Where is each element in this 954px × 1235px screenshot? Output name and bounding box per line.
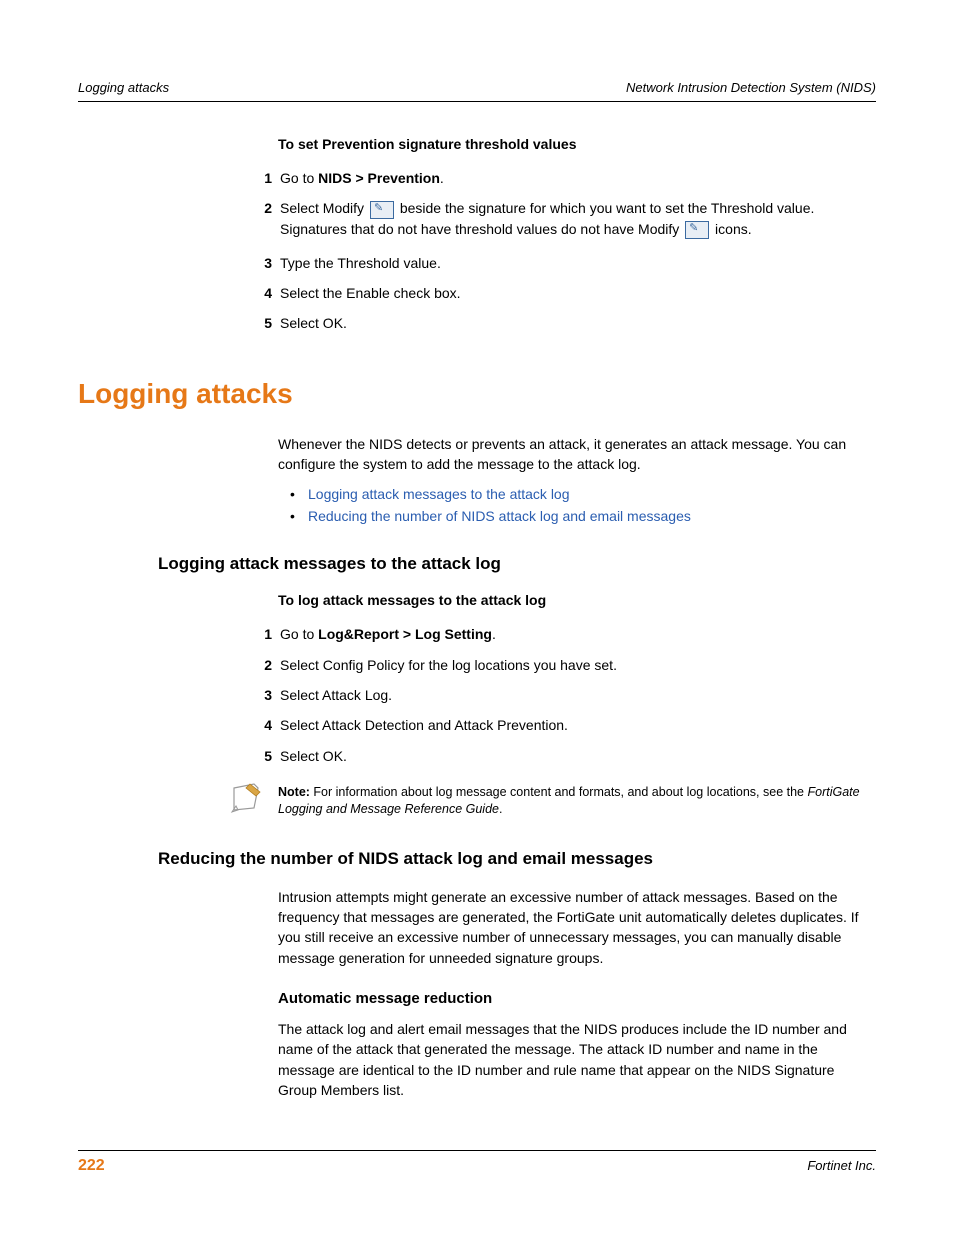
step-number: 4 (236, 283, 272, 303)
paragraph: The attack log and alert email messages … (278, 1019, 876, 1100)
note-label: Note: (278, 785, 310, 799)
page-footer: 222 Fortinet Inc. (78, 1150, 876, 1175)
page: Logging attacks Network Intrusion Detect… (0, 0, 954, 1235)
t: Select Modify (280, 200, 368, 216)
step-number: 2 (236, 198, 272, 239)
step-text: Select Modify beside the signature for w… (280, 198, 876, 239)
t: For information about log message conten… (310, 785, 808, 799)
section-heading-logging-attacks: Logging attacks (78, 378, 876, 410)
step-text: Select Attack Log. (280, 685, 876, 705)
proc1-title: To set Prevention signature threshold va… (278, 136, 876, 152)
modify-icon (685, 221, 709, 239)
step-number: 5 (236, 313, 272, 333)
paragraph: Intrusion attempts might generate an exc… (278, 887, 876, 968)
footer-company: Fortinet Inc. (807, 1158, 876, 1173)
note-icon (228, 782, 268, 817)
step-number: 3 (236, 685, 272, 705)
procedure-1: To set Prevention signature threshold va… (278, 136, 876, 334)
bullet-icon: • (290, 508, 308, 524)
step-text: Go to Log&Report > Log Setting. (280, 624, 876, 644)
step-text: Select OK. (280, 313, 876, 333)
step-text: Go to NIDS > Prevention. (280, 168, 876, 188)
step-number: 1 (236, 624, 272, 644)
subsection-reducing-nids-messages: Reducing the number of NIDS attack log a… (158, 849, 876, 869)
bullet-item: • Reducing the number of NIDS attack log… (290, 508, 876, 524)
step-number: 1 (236, 168, 272, 188)
step-text: Type the Threshold value. (280, 253, 876, 273)
link-logging-attack-messages[interactable]: Logging attack messages to the attack lo… (308, 486, 570, 502)
step-number: 3 (236, 253, 272, 273)
modify-icon (370, 201, 394, 219)
step-number: 4 (236, 715, 272, 735)
header-right: Network Intrusion Detection System (NIDS… (626, 80, 876, 95)
page-number: 222 (78, 1157, 105, 1175)
subsubsection-automatic-message-reduction: Automatic message reduction (278, 990, 876, 1007)
step-text: Select Config Policy for the log locatio… (280, 655, 876, 675)
nav-path: Log&Report > Log Setting (318, 626, 492, 642)
footer-rule (78, 1150, 876, 1151)
bullet-icon: • (290, 486, 308, 502)
step-text: Select the Enable check box. (280, 283, 876, 303)
step-number: 2 (236, 655, 272, 675)
step-number: 5 (236, 746, 272, 766)
subsection-logging-attack-messages: Logging attack messages to the attack lo… (158, 554, 876, 574)
step-text: Select OK. (280, 746, 876, 766)
procedure-2: To log attack messages to the attack log… (278, 592, 876, 765)
intro-paragraph: Whenever the NIDS detects or prevents an… (278, 434, 876, 475)
link-reducing-nids-messages[interactable]: Reducing the number of NIDS attack log a… (308, 508, 691, 524)
running-header: Logging attacks Network Intrusion Detect… (78, 80, 876, 102)
t: . (492, 626, 496, 642)
t: . (499, 802, 502, 816)
proc2-title: To log attack messages to the attack log (278, 592, 876, 608)
t: . (440, 170, 444, 186)
step-text: Select Attack Detection and Attack Preve… (280, 715, 876, 735)
section-intro: Whenever the NIDS detects or prevents an… (278, 434, 876, 525)
sub2-body: Intrusion attempts might generate an exc… (278, 887, 876, 1100)
nav-path: NIDS > Prevention (318, 170, 440, 186)
note-block: Note: For information about log message … (228, 784, 876, 819)
t: icons. (711, 221, 751, 237)
header-left: Logging attacks (78, 80, 169, 95)
bullet-item: • Logging attack messages to the attack … (290, 486, 876, 502)
t: Go to (280, 626, 318, 642)
note-text: Note: For information about log message … (278, 784, 876, 819)
t: Go to (280, 170, 318, 186)
